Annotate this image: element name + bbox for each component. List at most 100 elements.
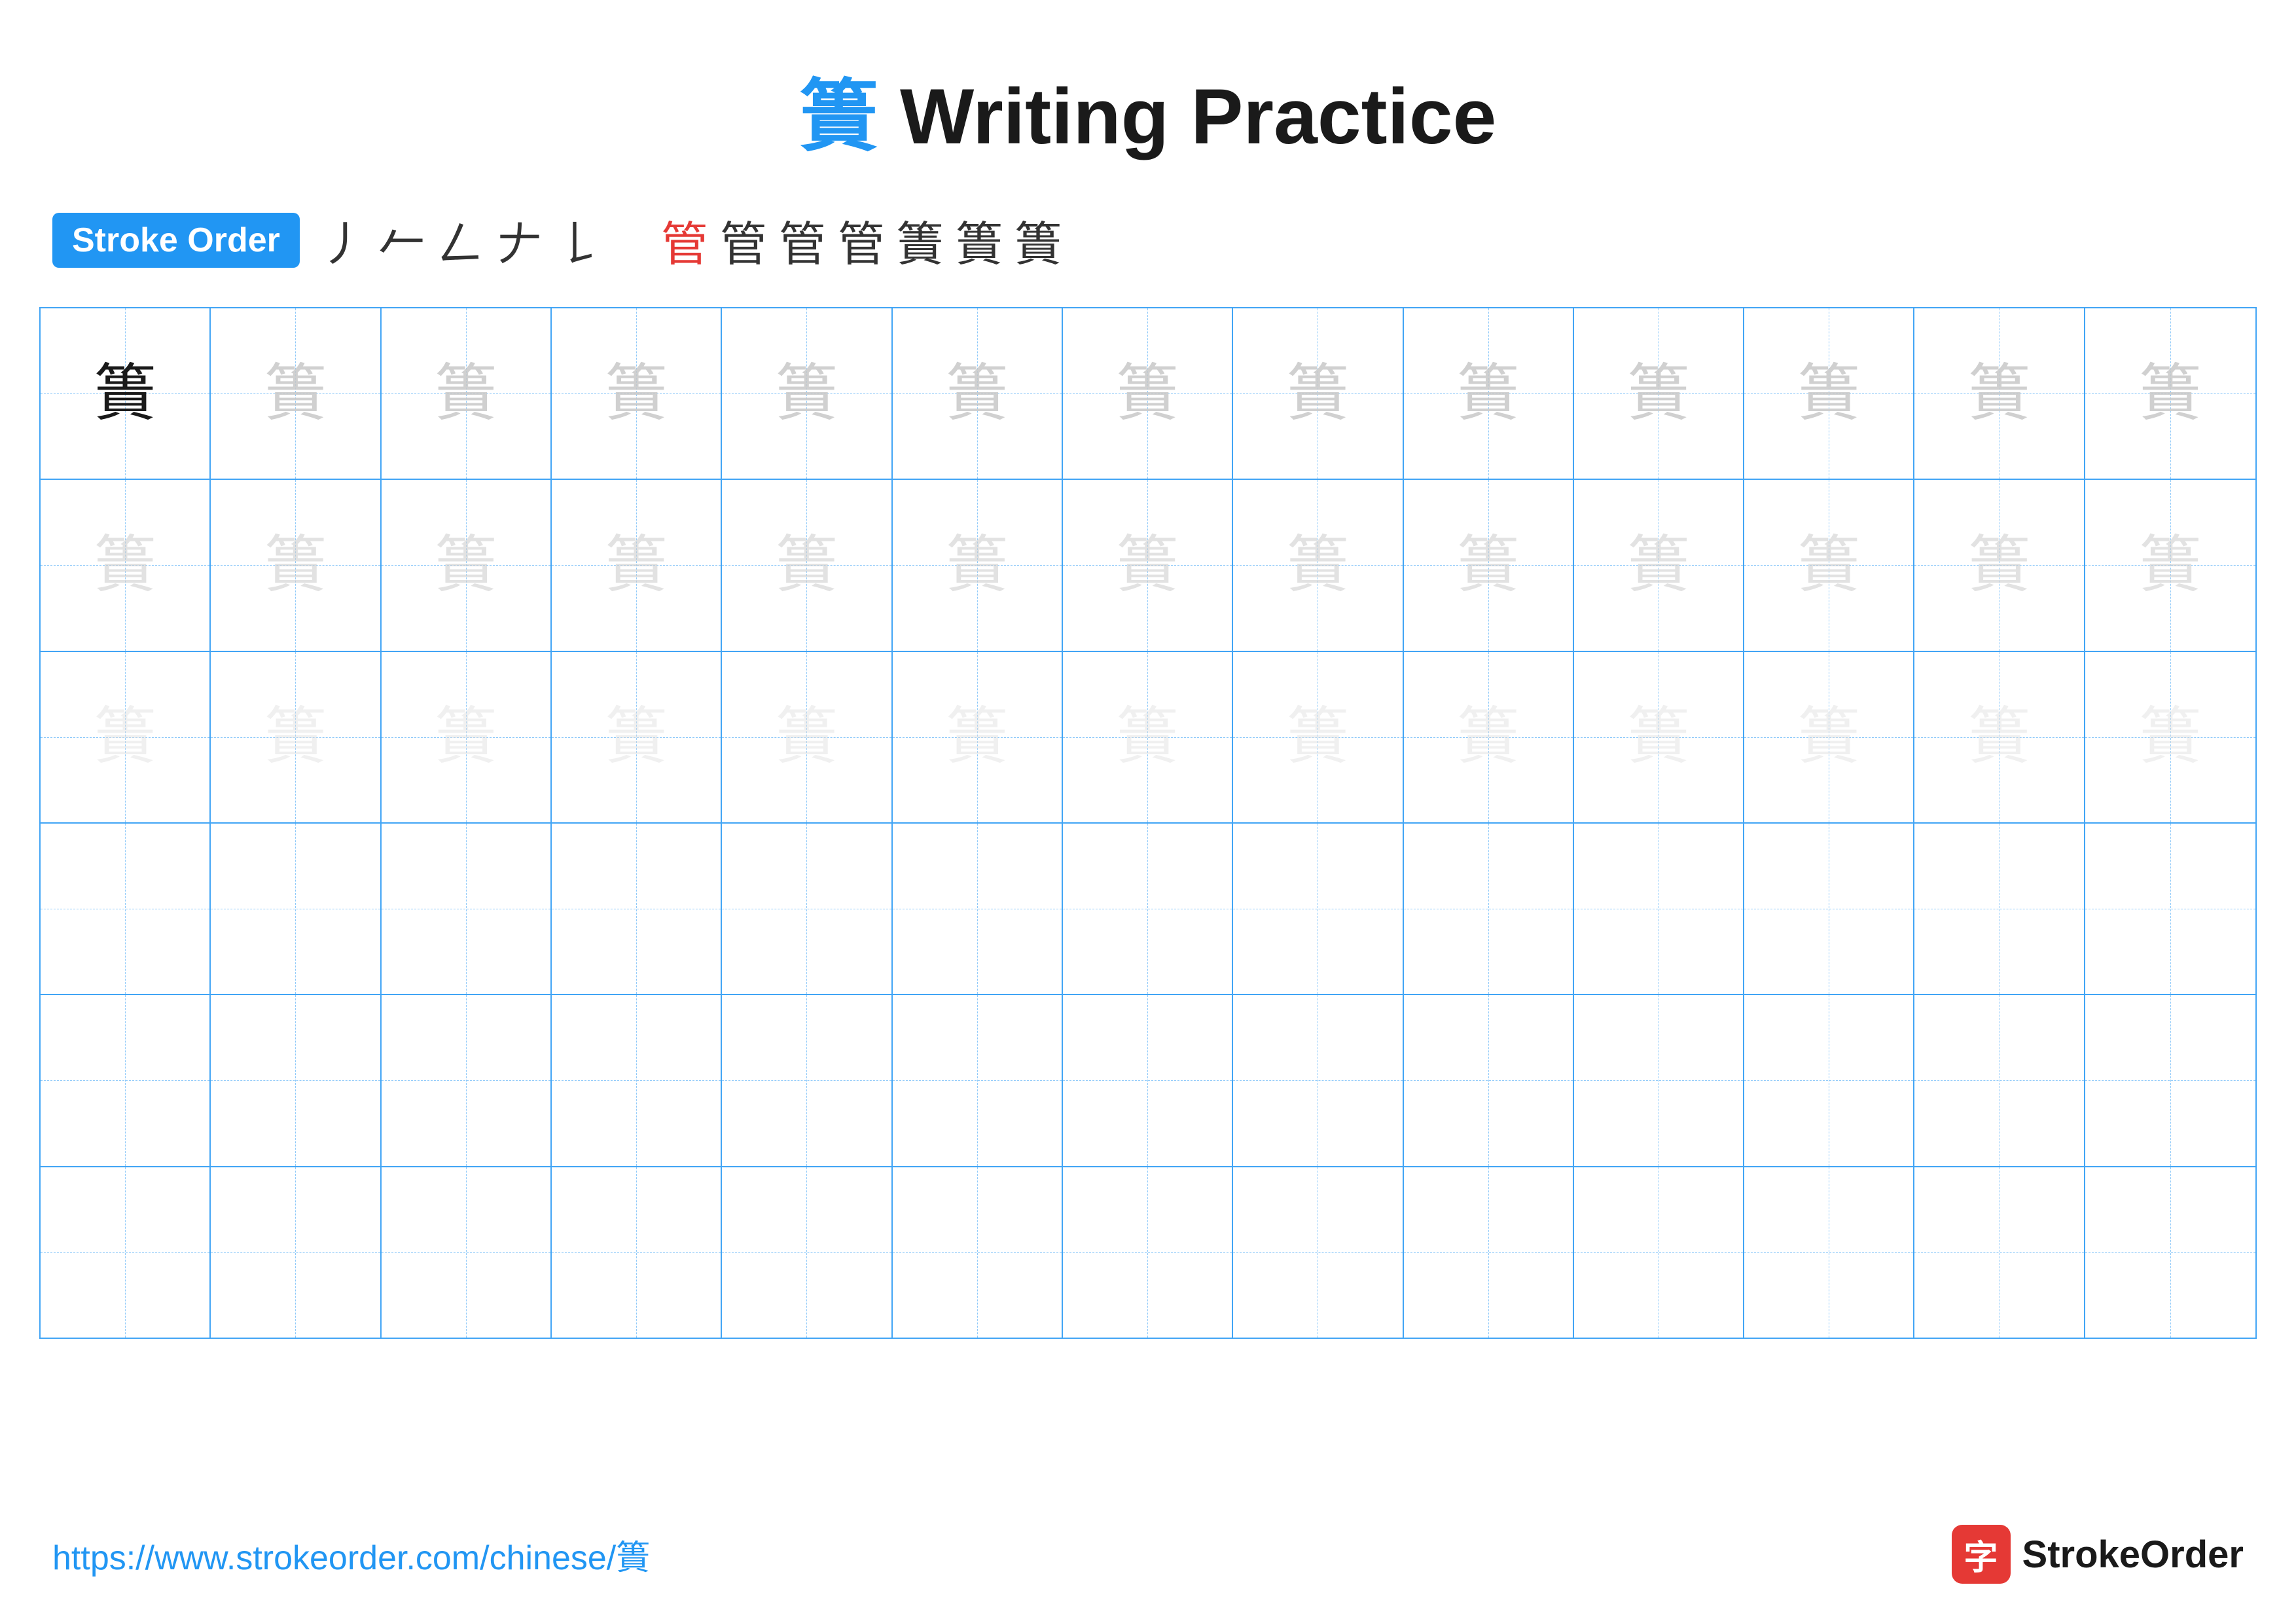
cell-3-5: 簣	[722, 652, 892, 822]
grid-row-5	[41, 995, 2255, 1167]
cell-4-3[interactable]	[382, 824, 552, 994]
strokeorder-logo-text: StrokeOrder	[2022, 1533, 2244, 1577]
cell-2-7: 簣	[1063, 480, 1233, 650]
stroke-13: 管	[838, 206, 885, 274]
cell-6-3[interactable]	[382, 1167, 552, 1338]
grid-row-3: 簣 簣 簣 簣 簣 簣 簣 簣 簣 簣 簣 簣 簣	[41, 652, 2255, 824]
cell-1-11: 簣	[1744, 308, 1914, 479]
cell-2-3: 簣	[382, 480, 552, 650]
stroke-12: 管	[779, 206, 826, 274]
cell-6-1[interactable]	[41, 1167, 211, 1338]
footer-logo: 字 StrokeOrder	[1952, 1525, 2244, 1584]
stroke-15: 簣	[956, 206, 1003, 274]
cell-5-11[interactable]	[1744, 995, 1914, 1165]
cell-2-5: 簣	[722, 480, 892, 650]
cell-2-2: 簣	[211, 480, 381, 650]
stroke-5: 𠄌	[555, 206, 602, 274]
cell-5-9[interactable]	[1404, 995, 1574, 1165]
cell-2-1: 簣	[41, 480, 211, 650]
cell-6-10[interactable]	[1574, 1167, 1744, 1338]
cell-3-12: 簣	[1914, 652, 2085, 822]
cell-1-2: 簣	[211, 308, 381, 479]
cell-5-12[interactable]	[1914, 995, 2085, 1165]
cell-6-12[interactable]	[1914, 1167, 2085, 1338]
cell-4-11[interactable]	[1744, 824, 1914, 994]
cell-6-13[interactable]	[2085, 1167, 2255, 1338]
stroke-11: 管	[720, 206, 767, 274]
cell-4-7[interactable]	[1063, 824, 1233, 994]
cell-1-7: 簣	[1063, 308, 1233, 479]
cell-3-8: 簣	[1233, 652, 1403, 822]
cell-3-2: 簣	[211, 652, 381, 822]
cell-5-8[interactable]	[1233, 995, 1403, 1165]
cell-1-5: 簣	[722, 308, 892, 479]
cell-1-13: 簣	[2085, 308, 2255, 479]
grid-row-6	[41, 1167, 2255, 1338]
stroke-order-badge[interactable]: Stroke Order	[52, 213, 300, 268]
cell-6-4[interactable]	[552, 1167, 722, 1338]
cell-1-1: 簣	[41, 308, 211, 479]
cell-1-4: 簣	[552, 308, 722, 479]
stroke-sequence: 丿 𠂉 𠃋 𠂇 𠄌 𠄍 𥫕 𥬀 𥬅 管 管 管 管 簀 簣 簣	[319, 206, 1062, 274]
cell-4-1[interactable]	[41, 824, 211, 994]
cell-5-2[interactable]	[211, 995, 381, 1165]
cell-6-8[interactable]	[1233, 1167, 1403, 1338]
cell-6-9[interactable]	[1404, 1167, 1574, 1338]
cell-2-10: 簣	[1574, 480, 1744, 650]
cell-4-2[interactable]	[211, 824, 381, 994]
title-char: 簣	[800, 73, 878, 160]
grid-row-4	[41, 824, 2255, 995]
cell-2-12: 簣	[1914, 480, 2085, 650]
stroke-4: 𠂇	[496, 206, 543, 274]
cell-5-13[interactable]	[2085, 995, 2255, 1165]
page-title: 簣 Writing Practice	[0, 0, 2296, 192]
cell-3-7: 簣	[1063, 652, 1233, 822]
cell-4-6[interactable]	[893, 824, 1063, 994]
cell-5-1[interactable]	[41, 995, 211, 1165]
cell-5-5[interactable]	[722, 995, 892, 1165]
cell-2-6: 簣	[893, 480, 1063, 650]
cell-5-4[interactable]	[552, 995, 722, 1165]
stroke-2: 𠂉	[378, 206, 425, 274]
cell-5-10[interactable]	[1574, 995, 1744, 1165]
stroke-10: 管	[661, 206, 708, 274]
cell-6-11[interactable]	[1744, 1167, 1914, 1338]
stroke-order-row: Stroke Order 丿 𠂉 𠃋 𠂇 𠄌 𠄍 𥫕 𥬀 𥬅 管 管 管 管 簀…	[0, 192, 2296, 294]
cell-5-3[interactable]	[382, 995, 552, 1165]
cell-5-6[interactable]	[893, 995, 1063, 1165]
cell-1-9: 簣	[1404, 308, 1574, 479]
cell-2-11: 簣	[1744, 480, 1914, 650]
cell-4-10[interactable]	[1574, 824, 1744, 994]
cell-3-6: 簣	[893, 652, 1063, 822]
cell-6-2[interactable]	[211, 1167, 381, 1338]
cell-3-13: 簣	[2085, 652, 2255, 822]
stroke-16: 簣	[1014, 206, 1062, 274]
cell-5-7[interactable]	[1063, 995, 1233, 1165]
stroke-3: 𠃋	[437, 206, 484, 274]
cell-1-10: 簣	[1574, 308, 1744, 479]
cell-4-4[interactable]	[552, 824, 722, 994]
grid-row-1: 簣 簣 簣 簣 簣 簣 簣 簣 簣 簣 簣 簣 簣	[41, 308, 2255, 480]
grid-row-2: 簣 簣 簣 簣 簣 簣 簣 簣 簣 簣 簣 簣 簣	[41, 480, 2255, 651]
cell-6-5[interactable]	[722, 1167, 892, 1338]
cell-3-11: 簣	[1744, 652, 1914, 822]
cell-4-9[interactable]	[1404, 824, 1574, 994]
cell-4-12[interactable]	[1914, 824, 2085, 994]
title-text: Writing Practice	[878, 73, 1497, 160]
cell-4-8[interactable]	[1233, 824, 1403, 994]
cell-3-3: 簣	[382, 652, 552, 822]
cell-1-12: 簣	[1914, 308, 2085, 479]
cell-6-6[interactable]	[893, 1167, 1063, 1338]
cell-2-9: 簣	[1404, 480, 1574, 650]
cell-3-4: 簣	[552, 652, 722, 822]
cell-1-3: 簣	[382, 308, 552, 479]
cell-2-8: 簣	[1233, 480, 1403, 650]
cell-4-5[interactable]	[722, 824, 892, 994]
cell-3-10: 簣	[1574, 652, 1744, 822]
cell-6-7[interactable]	[1063, 1167, 1233, 1338]
cell-4-13[interactable]	[2085, 824, 2255, 994]
stroke-1: 丿	[319, 206, 367, 274]
footer-url[interactable]: https://www.strokeorder.com/chinese/簣	[52, 1530, 650, 1579]
cell-1-8: 簣	[1233, 308, 1403, 479]
footer: https://www.strokeorder.com/chinese/簣 字 …	[52, 1525, 2244, 1584]
